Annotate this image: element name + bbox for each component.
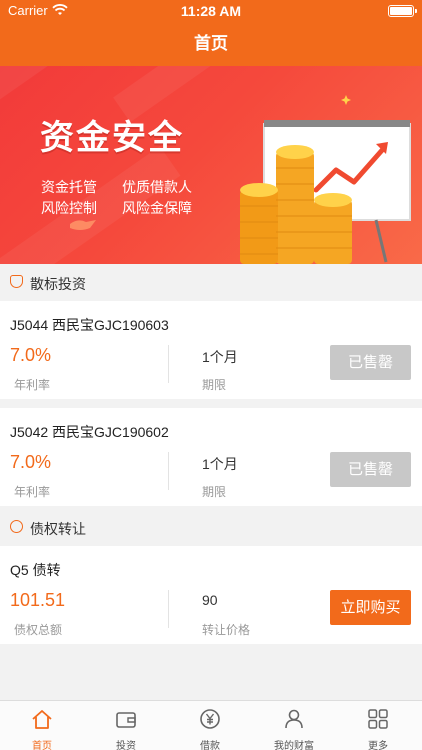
page-title: 首页 xyxy=(0,22,422,66)
divider xyxy=(168,590,169,628)
sparkle-icon xyxy=(341,95,351,105)
section-title: 散标投资 xyxy=(30,276,86,292)
loan-name: J5044 西民宝GJC190603 xyxy=(10,317,169,333)
tab-label: 投资 xyxy=(116,741,136,750)
transfer-icon xyxy=(10,520,23,533)
loan-rate: 7.0% xyxy=(10,345,52,365)
divider xyxy=(168,452,169,490)
wallet-icon xyxy=(116,712,136,728)
sold-out-button[interactable]: 已售罄 xyxy=(330,345,411,380)
tab-label: 借款 xyxy=(200,741,220,750)
clock: 11:28 AM xyxy=(180,3,242,19)
tab-borrow[interactable]: 借款 xyxy=(168,701,252,750)
transfer-price: 90 xyxy=(202,592,218,608)
battery-icon xyxy=(388,5,417,17)
shield-icon xyxy=(10,275,23,288)
loan-name: J5042 西民宝GJC190602 xyxy=(10,424,169,440)
loan-rate-label: 年利率 xyxy=(14,378,51,392)
tab-label: 我的财富 xyxy=(274,741,314,750)
growth-chart-illustration xyxy=(240,120,411,264)
banner-feature: 优质借款人 xyxy=(122,179,192,195)
ribbon-icon xyxy=(70,220,96,230)
banner-title: 资金安全 xyxy=(40,119,184,157)
section-header-loans: 散标投资 xyxy=(0,264,422,300)
transfer-amount-label: 债权总额 xyxy=(14,623,63,637)
tab-bar: 首页 投资 借款 我的财富 更多 xyxy=(0,700,422,750)
user-icon xyxy=(285,709,303,729)
tab-home[interactable]: 首页 xyxy=(0,701,84,750)
loan-item[interactable]: J5044 西民宝GJC190603 7.0% 年利率 1个月 期限 已售罄 xyxy=(0,301,422,399)
buy-now-button[interactable]: 立即购买 xyxy=(330,590,411,625)
section-header-transfers: 债权转让 xyxy=(0,509,422,545)
tab-label: 首页 xyxy=(32,741,52,750)
banner-feature: 资金托管 xyxy=(41,179,97,195)
tab-label: 更多 xyxy=(368,741,388,750)
home-icon xyxy=(32,710,52,729)
loan-term-label: 期限 xyxy=(202,485,227,499)
tab-more[interactable]: 更多 xyxy=(336,701,420,750)
loan-rate-label: 年利率 xyxy=(14,485,51,499)
status-bar: Carrier 11:28 AM xyxy=(0,0,422,22)
transfer-amount: 101.51 xyxy=(10,590,66,610)
banner-feature: 风险控制 xyxy=(41,200,97,216)
loan-term: 1个月 xyxy=(202,456,238,472)
transfer-item[interactable]: Q5 债转 101.51 债权总额 90 转让价格 立即购买 xyxy=(0,546,422,644)
grid-icon xyxy=(368,709,388,729)
sold-out-button[interactable]: 已售罄 xyxy=(330,452,411,487)
tab-my-wealth[interactable]: 我的财富 xyxy=(252,701,336,750)
promo-banner[interactable]: 资金安全 资金托管 优质借款人 风险控制 风险金保障 xyxy=(0,66,422,264)
loan-term-label: 期限 xyxy=(202,378,227,392)
loan-item[interactable]: J5042 西民宝GJC190602 7.0% 年利率 1个月 期限 已售罄 xyxy=(0,408,422,506)
loan-term: 1个月 xyxy=(202,349,238,365)
yuan-icon xyxy=(200,709,220,729)
tab-invest[interactable]: 投资 xyxy=(84,701,168,750)
banner-feature: 风险金保障 xyxy=(122,200,192,216)
section-title: 债权转让 xyxy=(30,521,86,537)
divider xyxy=(168,345,169,383)
transfer-name: Q5 债转 xyxy=(10,562,61,578)
transfer-price-label: 转让价格 xyxy=(202,623,251,637)
loan-rate: 7.0% xyxy=(10,452,52,472)
